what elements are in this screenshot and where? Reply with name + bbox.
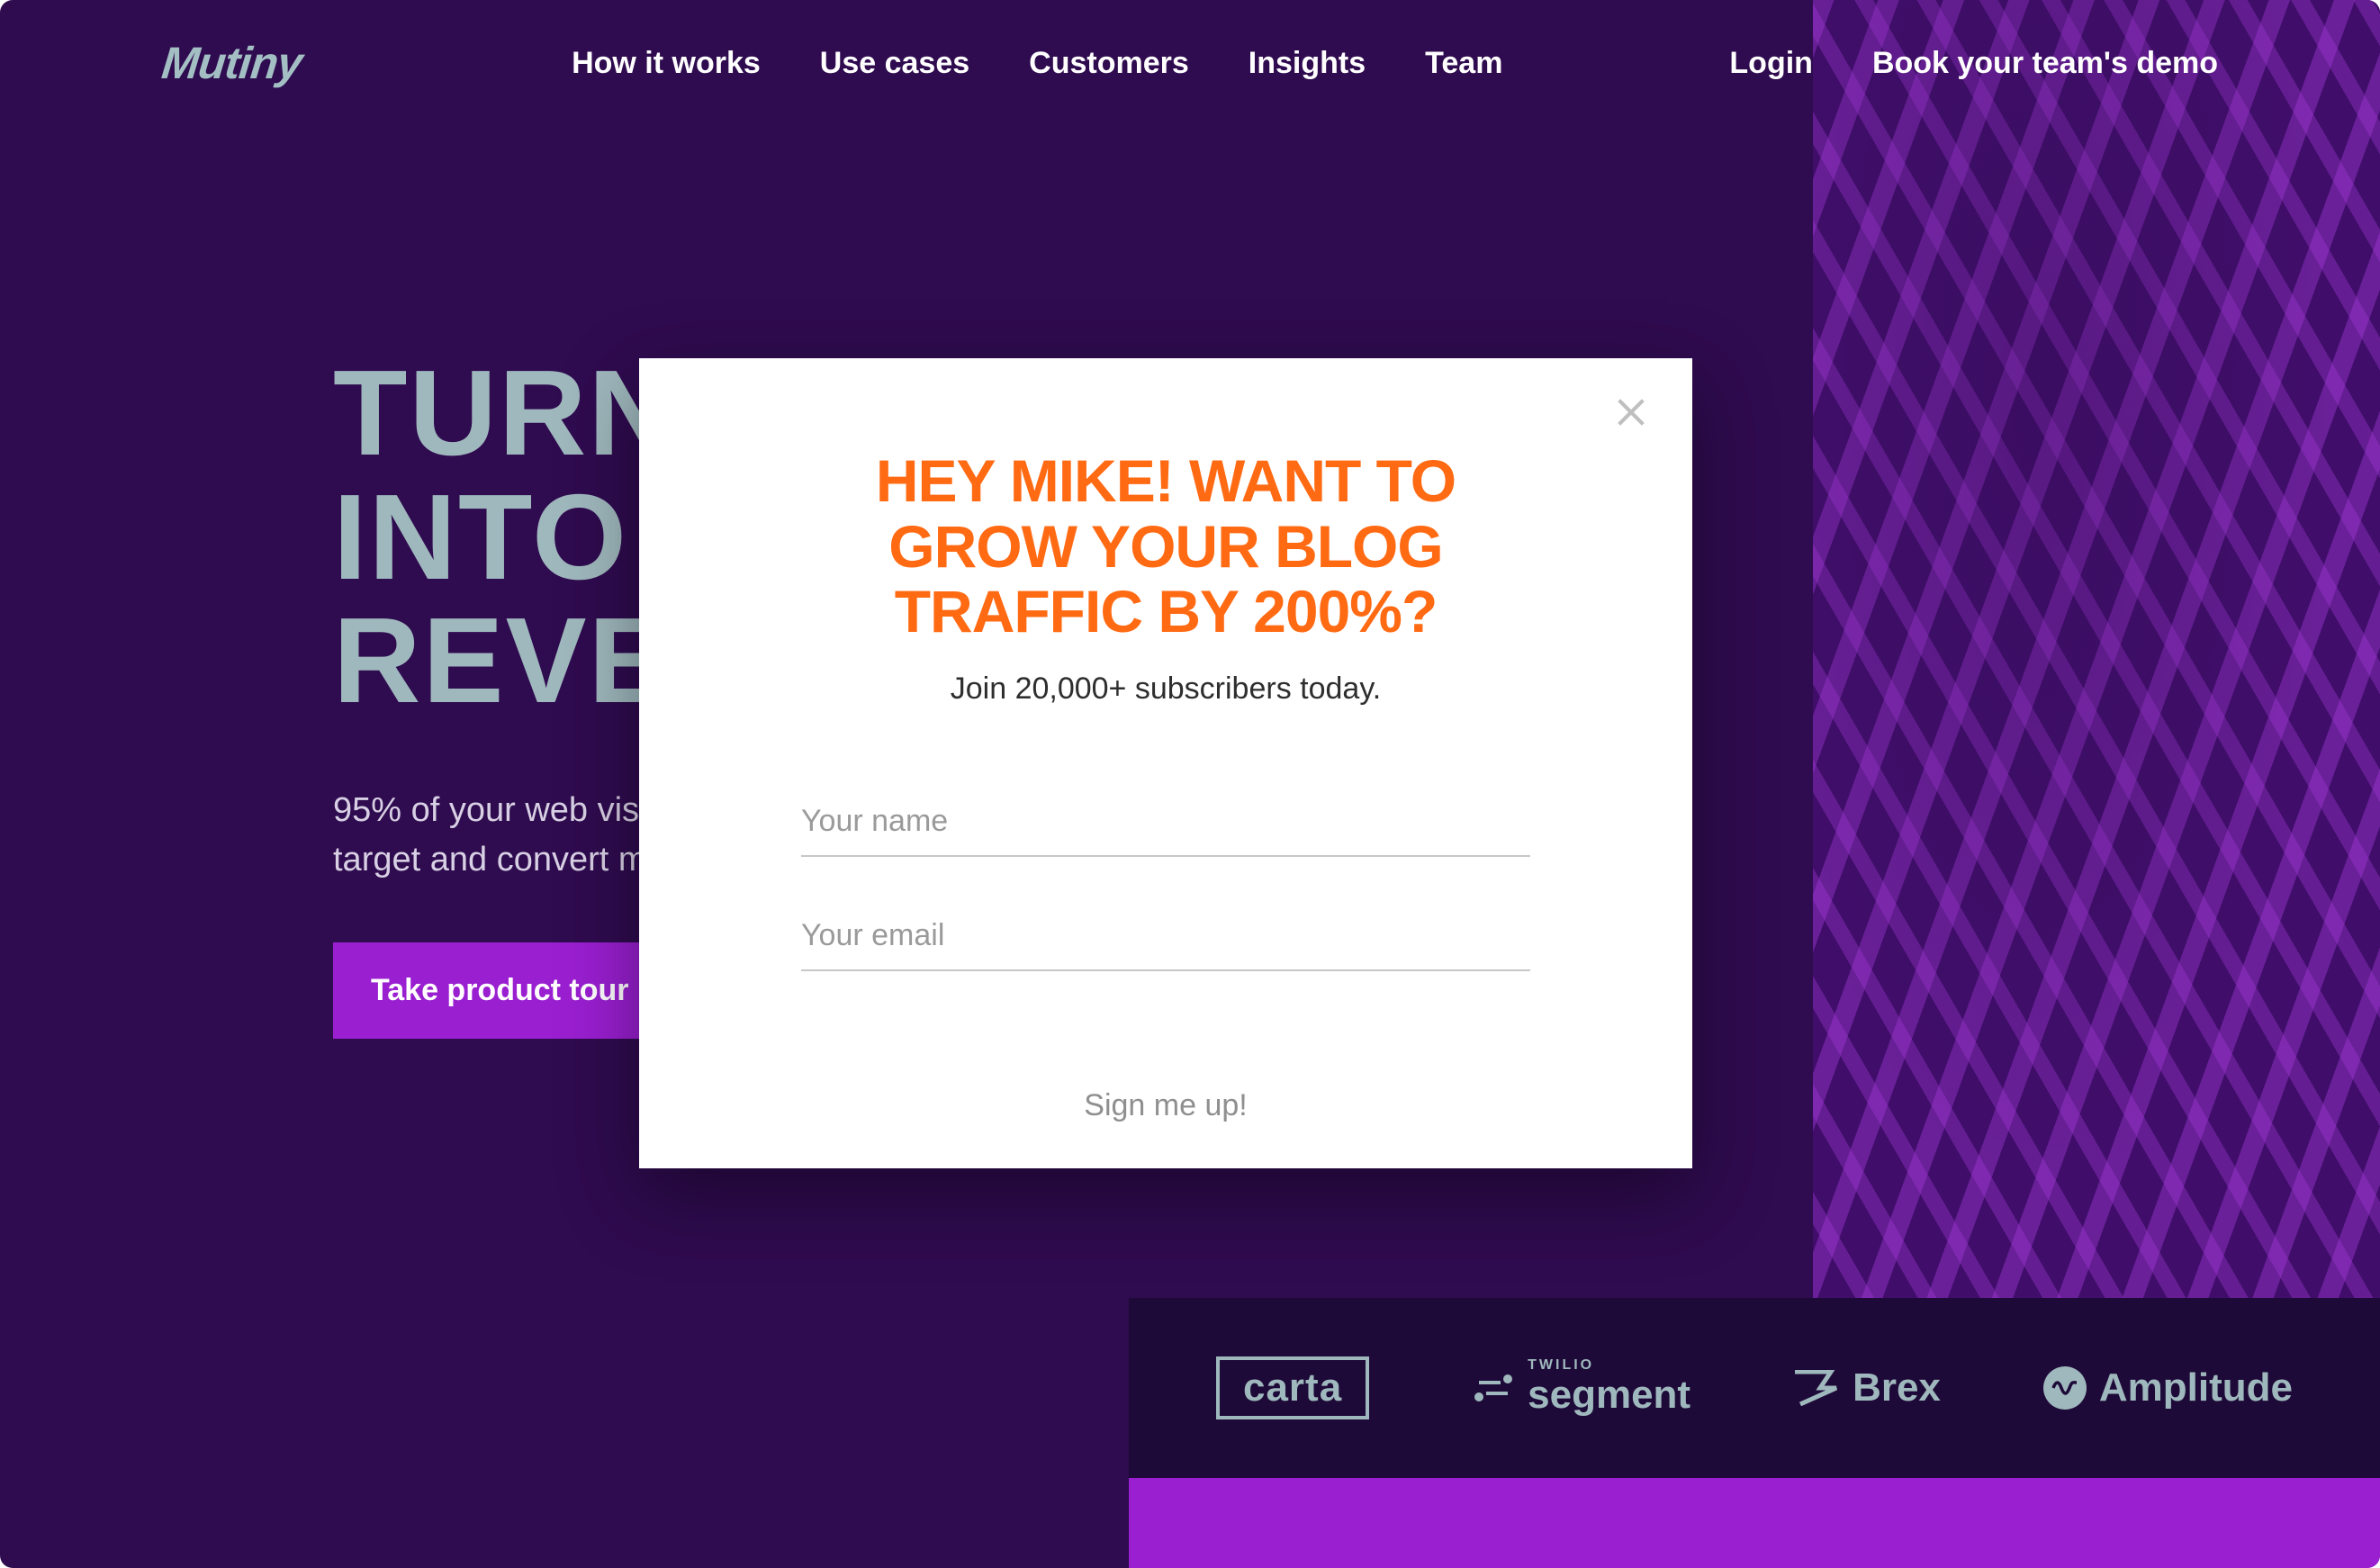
hero-title-line-3: REVE bbox=[333, 592, 672, 728]
client-logos-strip: carta TWILIO segment Brex bbox=[1129, 1298, 2380, 1478]
segment-icon bbox=[1472, 1366, 1515, 1410]
nav-insights[interactable]: Insights bbox=[1249, 46, 1366, 81]
product-tour-button[interactable]: Take product tour bbox=[333, 942, 667, 1039]
amplitude-logo-text: Amplitude bbox=[2099, 1365, 2293, 1410]
client-logo-brex: Brex bbox=[1793, 1365, 1941, 1410]
signup-modal: HEY MIKE! WANT TO GROW YOUR BLOG TRAFFIC… bbox=[639, 358, 1692, 1168]
brand-logo[interactable]: Mutiny bbox=[159, 37, 304, 89]
modal-subtitle: Join 20,000+ subscribers today. bbox=[801, 671, 1530, 707]
client-logo-carta: carta bbox=[1216, 1356, 1369, 1419]
signup-button[interactable]: Sign me up! bbox=[1084, 1088, 1247, 1123]
brex-logo-text: Brex bbox=[1853, 1365, 1941, 1410]
nav-how-it-works[interactable]: How it works bbox=[572, 46, 761, 81]
client-logo-amplitude: Amplitude bbox=[2043, 1365, 2293, 1410]
site-header: Mutiny How it works Use cases Customers … bbox=[0, 0, 2380, 126]
landing-page: Mutiny How it works Use cases Customers … bbox=[0, 0, 2380, 1568]
modal-title: HEY MIKE! WANT TO GROW YOUR BLOG TRAFFIC… bbox=[801, 448, 1530, 644]
secondary-nav: Login Book your team's demo bbox=[1729, 46, 2218, 81]
segment-small-text: TWILIO bbox=[1528, 1358, 1690, 1373]
nav-customers[interactable]: Customers bbox=[1029, 46, 1189, 81]
hero-sub-line-2: target and convert m bbox=[333, 841, 647, 879]
email-field[interactable] bbox=[801, 902, 1530, 971]
carta-logo-text: carta bbox=[1216, 1356, 1369, 1419]
hero-sub-line-1: 95% of your web visit bbox=[333, 791, 656, 829]
signup-form: Sign me up! bbox=[801, 788, 1530, 1123]
hero-subtitle: 95% of your web visit target and convert… bbox=[333, 786, 678, 885]
decorative-pattern bbox=[1813, 0, 2380, 1332]
brex-icon bbox=[1793, 1370, 1840, 1406]
hero-title: TURN INTO REVE bbox=[333, 351, 678, 723]
client-logo-segment: TWILIO segment bbox=[1472, 1358, 1690, 1418]
nav-use-cases[interactable]: Use cases bbox=[820, 46, 969, 81]
hero-title-line-1: TURN bbox=[333, 345, 678, 481]
hero-title-line-2: INTO bbox=[333, 469, 628, 605]
name-field[interactable] bbox=[801, 788, 1530, 857]
nav-login[interactable]: Login bbox=[1729, 46, 1813, 81]
nav-book-demo[interactable]: Book your team's demo bbox=[1872, 46, 2218, 81]
hero: TURN INTO REVE 95% of your web visit tar… bbox=[333, 351, 678, 1039]
decorative-bottom-bar bbox=[1129, 1478, 2380, 1568]
amplitude-icon bbox=[2043, 1366, 2087, 1410]
primary-nav: How it works Use cases Customers Insight… bbox=[572, 46, 1502, 81]
nav-team[interactable]: Team bbox=[1425, 46, 1502, 81]
close-icon[interactable] bbox=[1613, 394, 1649, 430]
segment-logo-text: segment bbox=[1528, 1373, 1690, 1417]
